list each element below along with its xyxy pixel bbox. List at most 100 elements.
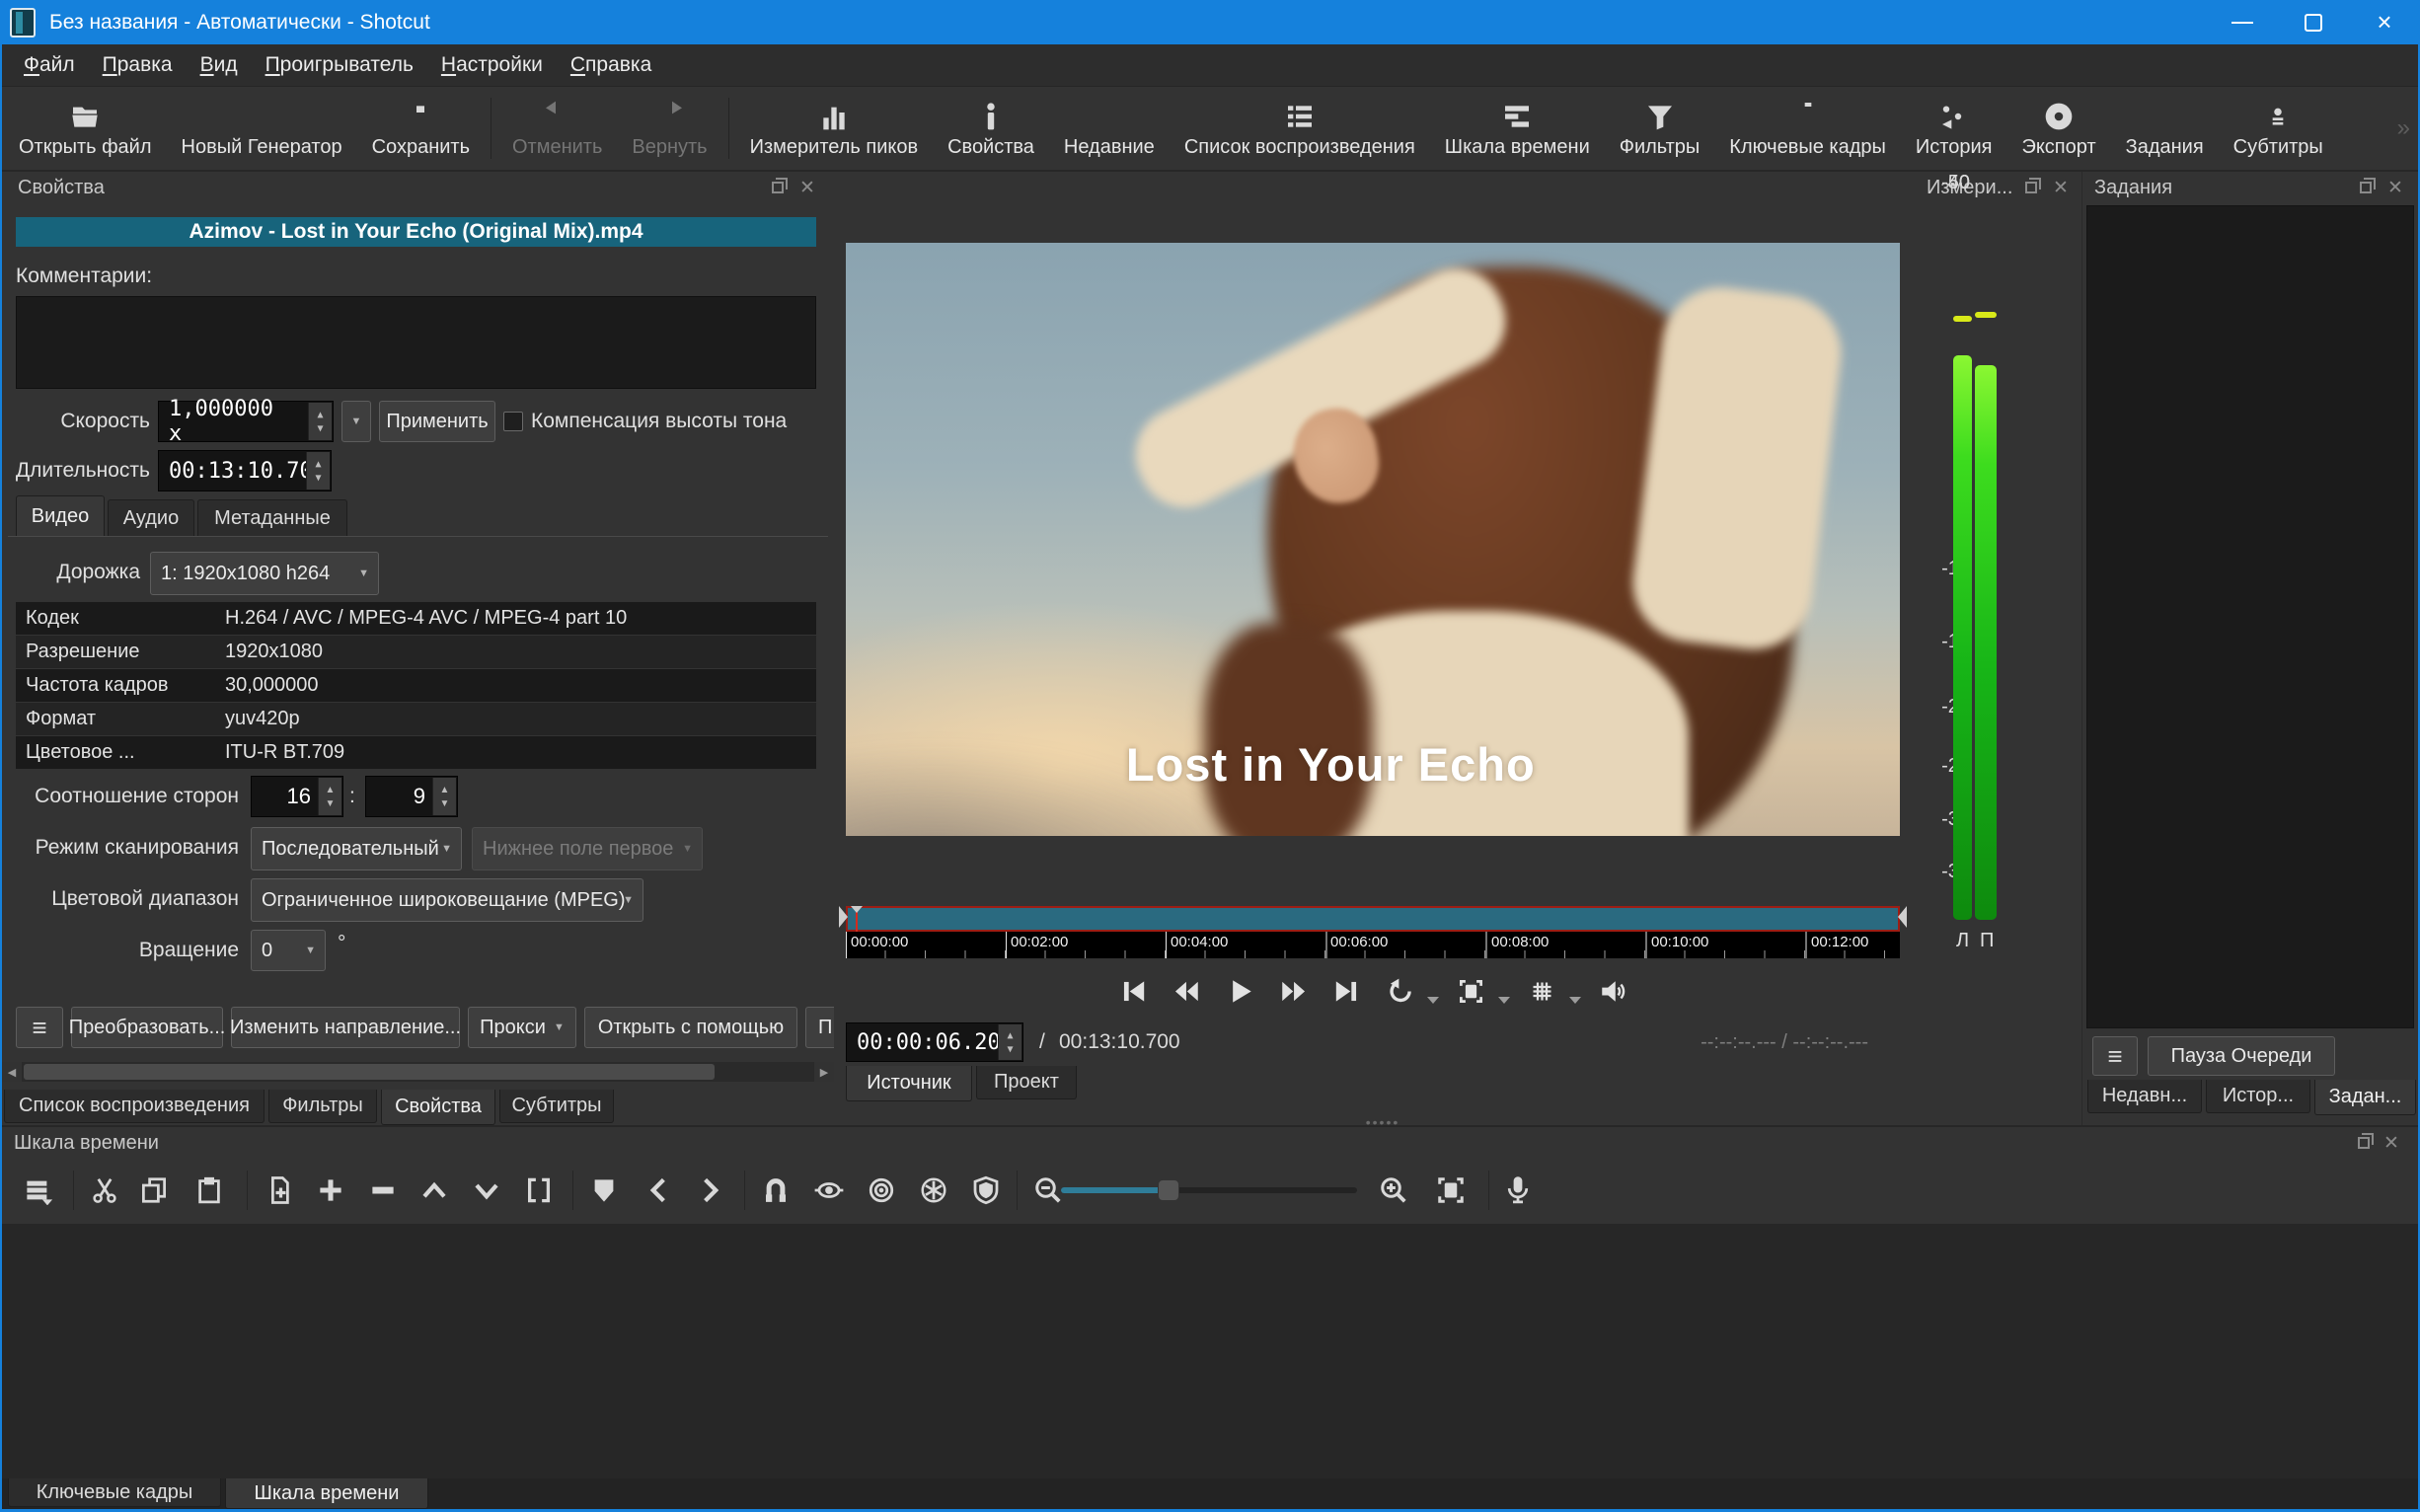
paste-button[interactable] [188, 1169, 231, 1212]
recent-button[interactable]: Недавние [1049, 89, 1170, 168]
slider-handle[interactable] [1158, 1179, 1179, 1201]
trim-out-handle[interactable] [1898, 906, 1907, 928]
tab-recent[interactable]: Недавн... [2087, 1080, 2202, 1113]
ripple-all-tracks-button[interactable] [912, 1169, 955, 1212]
spin-arrows-icon[interactable]: ▲▼ [318, 778, 341, 815]
save-button[interactable]: Сохранить [357, 89, 485, 168]
lift-button[interactable] [413, 1169, 456, 1212]
split-button[interactable] [517, 1169, 561, 1212]
ripple-button[interactable] [860, 1169, 903, 1212]
position-spinbox[interactable]: 00:00:06.200 ▲▼ [846, 1022, 1023, 1062]
open-with-button[interactable]: Открыть с помощью [584, 1007, 797, 1048]
ripple-delete-button[interactable] [361, 1169, 405, 1212]
jobs-button[interactable]: Задания [2111, 89, 2219, 168]
properties-button[interactable]: Свойства [933, 89, 1049, 168]
zoom-fit-button[interactable] [1447, 968, 1494, 1014]
overwrite-button[interactable] [309, 1169, 352, 1212]
tab-properties[interactable]: Свойства [381, 1090, 495, 1125]
ripple-markers-button[interactable] [964, 1169, 1008, 1212]
zoom-in-button[interactable] [1372, 1169, 1415, 1212]
reverse-button[interactable]: Изменить направление... [231, 1007, 460, 1048]
skip-start-button[interactable] [1109, 968, 1157, 1014]
open-file-button[interactable]: Открыть файл [4, 89, 167, 168]
spin-arrows-icon[interactable]: ▲▼ [998, 1024, 1021, 1060]
tab-project[interactable]: Проект [976, 1066, 1077, 1099]
undo-button[interactable]: Отменить [497, 89, 617, 168]
volume-button[interactable] [1589, 968, 1636, 1014]
new-generator-button[interactable]: Новый Генератор [167, 89, 357, 168]
aspect-width-spinbox[interactable]: 16 ▲▼ [251, 776, 343, 817]
tab-source[interactable]: Источник [846, 1066, 972, 1101]
close-panel-button[interactable]: ✕ [2381, 1132, 2402, 1154]
scan-mode-dropdown[interactable]: Последовательный [251, 827, 462, 870]
spin-arrows-icon[interactable]: ▲▼ [306, 452, 330, 490]
copy-button[interactable] [132, 1169, 176, 1212]
float-panel-button[interactable] [2353, 1132, 2375, 1154]
history-button[interactable]: История [1901, 89, 2007, 168]
playlist-button[interactable]: Список воспроизведения [1170, 89, 1430, 168]
tab-history[interactable]: Истор... [2206, 1080, 2310, 1113]
trim-in-handle[interactable] [839, 906, 848, 928]
play-button[interactable] [1216, 968, 1263, 1014]
properties-menu-button[interactable]: ≡ [16, 1007, 63, 1048]
scrub-while-dragging-button[interactable] [807, 1169, 851, 1212]
jobs-list[interactable] [2086, 205, 2414, 1028]
spin-arrows-icon[interactable]: ▲▼ [432, 778, 456, 815]
video-preview[interactable]: Lost in Your Echo [846, 243, 1900, 836]
subtitles-button[interactable]: Субтитры [2219, 89, 2338, 168]
scroll-right-arrow-icon[interactable]: ▶ [814, 1062, 834, 1082]
append-button[interactable] [257, 1169, 300, 1212]
menu-player[interactable]: Проигрыватель [252, 44, 427, 86]
comments-textarea[interactable] [16, 296, 816, 389]
close-panel-button[interactable]: ✕ [2384, 177, 2406, 198]
tab-metadata[interactable]: Метаданные [197, 499, 347, 537]
menu-edit[interactable]: Правка [89, 44, 187, 86]
cut-button[interactable] [83, 1169, 126, 1212]
pause-queue-button[interactable]: Пауза Очереди [2148, 1036, 2335, 1076]
tab-playlist[interactable]: Список воспроизведения [4, 1090, 265, 1123]
clipped-button[interactable]: П [805, 1007, 834, 1048]
chevron-down-icon[interactable] [1427, 997, 1439, 1004]
playhead[interactable] [856, 906, 858, 932]
peak-meter-button[interactable]: Измеритель пиков [735, 89, 933, 168]
loop-button[interactable] [1376, 968, 1423, 1014]
horizontal-scrollbar[interactable]: ◀ ▶ [2, 1062, 834, 1082]
overwrite-down-button[interactable] [465, 1169, 508, 1212]
tab-timeline[interactable]: Шкала времени [225, 1478, 428, 1509]
menu-help[interactable]: Справка [557, 44, 665, 86]
menu-settings[interactable]: Настройки [427, 44, 557, 86]
timeline-button[interactable]: Шкала времени [1430, 89, 1605, 168]
player-time-ruler[interactable]: 00:00:00 00:02:00 00:04:00 00:06:00 00:0… [846, 932, 1900, 958]
chevron-down-icon[interactable] [1498, 997, 1510, 1004]
toolbar-overflow-chevron[interactable]: » [2397, 114, 2416, 142]
chevron-down-icon[interactable] [1569, 997, 1581, 1004]
aspect-height-spinbox[interactable]: 9 ▲▼ [365, 776, 458, 817]
speed-spinbox[interactable]: 1,000000 x ▲▼ [158, 401, 334, 442]
close-panel-button[interactable]: ✕ [796, 177, 818, 198]
float-panel-button[interactable] [2020, 177, 2042, 198]
grid-button[interactable] [1518, 968, 1565, 1014]
minimize-button[interactable] [2207, 0, 2278, 44]
scroll-left-arrow-icon[interactable]: ◀ [2, 1062, 22, 1082]
timeline-tracks-area[interactable] [2, 1224, 2418, 1480]
keyframes-button[interactable]: Ключевые кадры [1714, 89, 1901, 168]
marker-button[interactable] [582, 1169, 626, 1212]
rotation-dropdown[interactable]: 0 [251, 930, 326, 971]
rewind-button[interactable] [1163, 968, 1210, 1014]
maximize-button[interactable] [2278, 0, 2349, 44]
timeline-zoom-fit-button[interactable] [1429, 1169, 1473, 1212]
close-panel-button[interactable]: ✕ [2050, 177, 2072, 198]
redo-button[interactable]: Вернуть [617, 89, 721, 168]
tab-filters[interactable]: Фильтры [268, 1090, 377, 1123]
tab-video[interactable]: Видео [16, 495, 105, 537]
menu-view[interactable]: Вид [187, 44, 252, 86]
prev-marker-button[interactable] [638, 1169, 681, 1212]
speed-dropdown-button[interactable]: ▼ [341, 401, 371, 442]
float-panel-button[interactable] [767, 177, 789, 198]
field-order-dropdown[interactable]: Нижнее поле первое [472, 827, 703, 870]
convert-button[interactable]: Преобразовать... [71, 1007, 223, 1048]
player-scrubber[interactable] [846, 906, 1900, 932]
filters-button[interactable]: Фильтры [1605, 89, 1715, 168]
pitch-compensation-checkbox[interactable] [503, 412, 523, 431]
skip-end-button[interactable] [1323, 968, 1370, 1014]
